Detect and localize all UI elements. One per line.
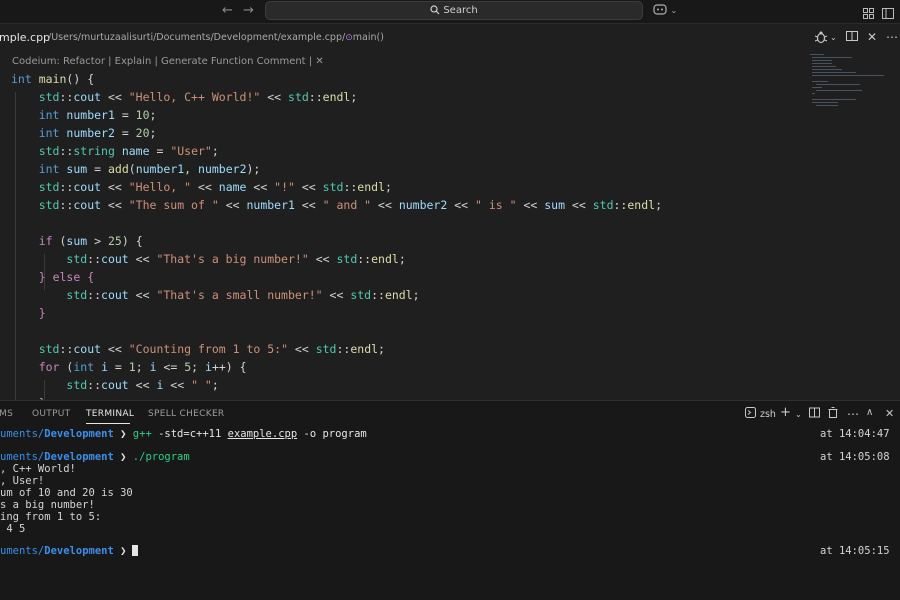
search-icon xyxy=(430,5,440,15)
more-actions-icon[interactable]: ⋯ xyxy=(886,30,898,44)
copilot-icon[interactable]: ⌄ xyxy=(653,3,677,16)
terminal-line: uments/Development ❯ g++ -std=c++11 exam… xyxy=(0,428,367,440)
code-line-6: int sum = add(number1, number2); xyxy=(38,162,261,176)
chevron-down-icon[interactable]: ⌄ xyxy=(795,410,802,419)
code-line-13: std::cout << "That's a small number!" <<… xyxy=(66,288,420,302)
code-line-7: std::cout << "Hello, " << name << "!" <<… xyxy=(38,180,392,194)
command-timestamp: at 14:05:15 xyxy=(820,545,890,557)
minimap[interactable] xyxy=(808,52,888,112)
close-panel-icon[interactable]: ✕ xyxy=(885,407,894,420)
search-label: Search xyxy=(443,5,478,16)
new-terminal-icon[interactable]: + xyxy=(780,405,791,420)
terminal-output-line: 4 5 xyxy=(0,523,26,535)
forward-arrow-icon[interactable]: → xyxy=(243,3,254,18)
code-line-17: for (int i = 1; i <= 5; i++) { xyxy=(38,360,247,374)
terminal-output-line: ing from 1 to 5: xyxy=(0,511,102,523)
debug-run-icon[interactable] xyxy=(814,30,828,47)
close-editor-icon[interactable]: ✕ xyxy=(867,30,877,44)
tab-output[interactable]: OUTPUT xyxy=(32,409,70,419)
trash-icon[interactable] xyxy=(828,407,838,421)
code-line-4: int number2 = 20; xyxy=(38,126,157,140)
chevron-down-icon[interactable]: ⌄ xyxy=(671,6,678,15)
code-line-3: int number1 = 10; xyxy=(38,108,157,122)
code-line-18: std::cout << i << " "; xyxy=(66,378,219,392)
toggle-sidebar-icon[interactable] xyxy=(882,4,894,23)
active-tab-label[interactable]: mple.cpp xyxy=(0,31,50,44)
terminal-shell-name[interactable]: zsh xyxy=(760,409,776,420)
maximize-panel-chevron-icon[interactable]: ∧ xyxy=(866,407,873,418)
terminal-output-line: s a big number! xyxy=(0,499,95,511)
split-editor-icon[interactable] xyxy=(846,30,858,45)
active-tab-indicator xyxy=(86,423,130,424)
code-line-16: std::cout << "Counting from 1 to 5:" << … xyxy=(38,342,385,356)
breadcrumb: mple.cpp /Users/murtuzaalisurti/Document… xyxy=(0,24,900,52)
terminal-cursor xyxy=(132,545,139,556)
debug-dropdown-chevron-icon[interactable]: ⌄ xyxy=(830,33,837,42)
tab-problems[interactable]: MS xyxy=(0,409,13,419)
code-line-12: } else { xyxy=(38,270,95,284)
terminal-shell-icon[interactable] xyxy=(745,407,756,421)
code-line-5: std::string name = "User"; xyxy=(38,144,219,158)
tab-terminal[interactable]: TERMINAL xyxy=(86,409,134,419)
terminal-output-line: , User! xyxy=(0,475,45,487)
tab-spell-checker[interactable]: SPELL CHECKER xyxy=(148,409,224,419)
terminal-line: uments/Development ❯ ./program xyxy=(0,451,190,463)
function-symbol-icon: ⊙ xyxy=(345,33,353,43)
code-line-2: std::cout << "Hello, C++ World!" << std:… xyxy=(38,90,358,104)
more-actions-icon[interactable]: ⋯ xyxy=(847,407,859,421)
split-terminal-icon[interactable] xyxy=(809,407,820,421)
breadcrumb-path-text: /Users/murtuzaalisurti/Documents/Develop… xyxy=(48,32,346,43)
codeium-codelens[interactable]: Codeium: Refactor | Explain | Generate F… xyxy=(12,56,324,67)
code-line-8: std::cout << "The sum of " << number1 <<… xyxy=(38,198,662,212)
terminal-output-line: um of 10 and 20 is 30 xyxy=(0,487,133,499)
command-timestamp: at 14:04:47 xyxy=(820,428,890,440)
code-lines: int main() { std::cout << "Hello, C++ Wo… xyxy=(11,70,662,400)
code-line-11: std::cout << "That's a big number!" << s… xyxy=(66,252,406,266)
bottom-panel: MS OUTPUT TERMINAL SPELL CHECKER zsh + ⌄… xyxy=(0,400,900,600)
command-center-search[interactable]: Search xyxy=(265,1,643,20)
breadcrumb-path[interactable]: /Users/murtuzaalisurti/Documents/Develop… xyxy=(48,32,384,43)
breadcrumb-symbol[interactable]: main() xyxy=(353,32,384,43)
code-line-1: int main() { xyxy=(11,72,95,86)
code-line-10: if (sum > 25) { xyxy=(38,234,143,248)
code-line-14: } xyxy=(38,306,46,320)
code-editor[interactable]: Codeium: Refactor | Explain | Generate F… xyxy=(0,52,900,400)
title-bar: ← → Search ⌄ xyxy=(0,0,900,24)
layout-grid-icon[interactable] xyxy=(863,4,874,23)
back-arrow-icon[interactable]: ← xyxy=(222,3,233,18)
terminal-line: uments/Development ❯ xyxy=(0,545,139,557)
terminal-output-line: , C++ World! xyxy=(0,463,76,475)
command-timestamp: at 14:05:08 xyxy=(820,451,890,463)
